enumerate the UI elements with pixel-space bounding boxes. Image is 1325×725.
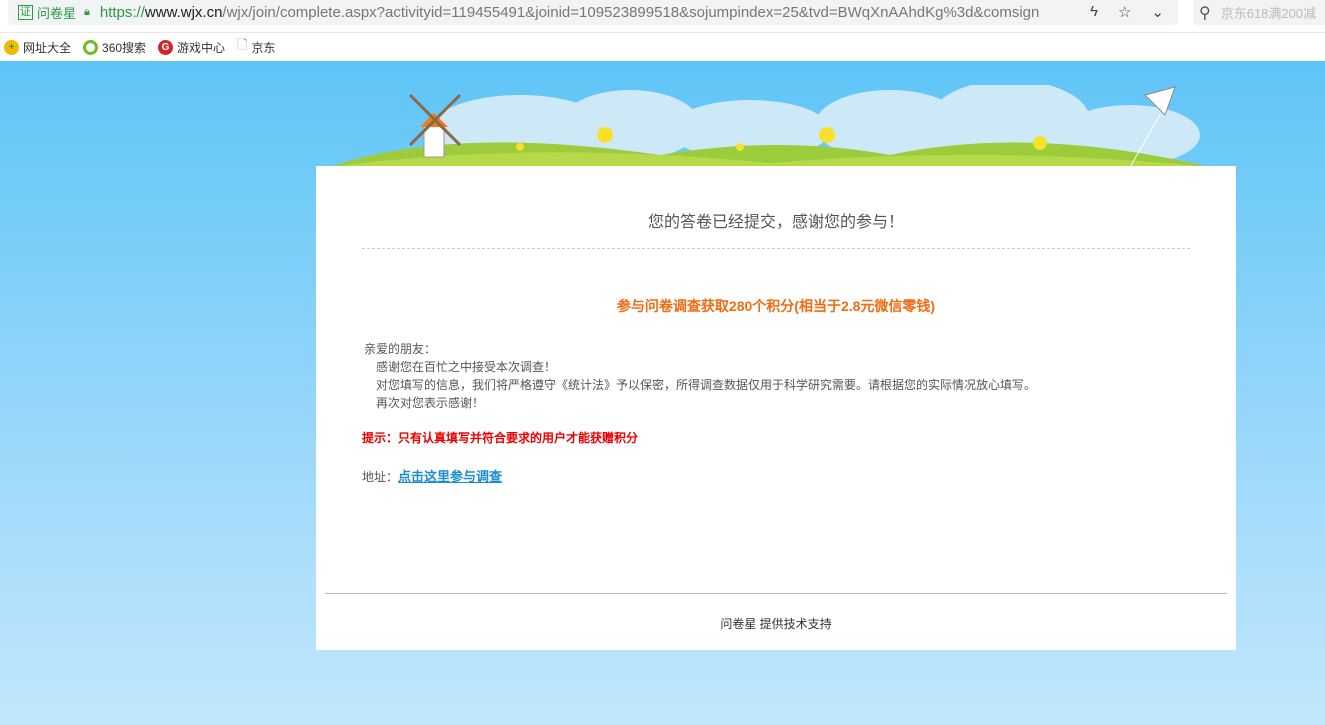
chevron-down-icon[interactable]: ⌄ <box>1151 3 1164 21</box>
survey-link[interactable]: 点击这里参与调查 <box>398 469 502 484</box>
bookmark-label: 360搜索 <box>102 40 147 55</box>
divider <box>362 248 1190 249</box>
lock-icon: 🔒︎ <box>84 6 90 18</box>
browser-toolbar: 证 问卷星 🔒︎ https://www.wjx.cn/wjx/join/com… <box>0 0 1325 32</box>
completion-card: 您的答卷已经提交，感谢您的参与！ 参与问卷调查获取280个积分(相当于2.8元微… <box>316 166 1236 650</box>
bookmark-games[interactable]: G 游戏中心 <box>158 39 225 56</box>
address-label: 地址： <box>362 470 399 484</box>
tip-text: 提示：只有认真填写并符合要求的用户才能获赠积分 <box>362 431 639 445</box>
banner-scene <box>330 85 1210 167</box>
bookmarks-bar: + 网址大全 360搜索 G 游戏中心 🗋 京东 <box>0 32 1325 61</box>
game-icon: G <box>158 39 174 55</box>
page-title: 您的答卷已经提交，感谢您的参与！ <box>647 214 904 231</box>
url-host: www.wjx.cn <box>144 4 223 21</box>
search-placeholder: 京东618满200减 <box>1220 6 1317 21</box>
search-logo-icon <box>83 39 99 55</box>
bookmark-360[interactable]: 360搜索 <box>83 39 146 56</box>
address-bar[interactable]: 证 问卷星 🔒︎ https://www.wjx.cn/wjx/join/com… <box>8 0 1178 25</box>
reward-text: 参与问卷调查获取280个积分(相当于2.8元微信零钱) <box>616 298 936 314</box>
search-icon: ⚲ <box>1199 4 1211 22</box>
letter: 亲爱的朋友： 感谢您在百忙之中接受本次调查！ 对您填写的信息，我们将严格遵守《统… <box>364 340 1036 412</box>
bookmark-label: 游戏中心 <box>177 40 226 55</box>
address-line: 地址：点击这里参与调查 <box>362 466 502 485</box>
letter-greeting: 亲爱的朋友： <box>364 342 437 356</box>
plus-icon: + <box>4 39 19 55</box>
footer-divider <box>325 593 1227 594</box>
search-input[interactable]: ⚲ 京东618满200减 <box>1193 0 1325 25</box>
url-path: /wjx/join/complete.aspx?activityid=11945… <box>222 4 1040 21</box>
bookmark-wangzhi[interactable]: + 网址大全 <box>4 39 71 56</box>
bookmark-label: 京东 <box>251 40 276 55</box>
page-background: 您的答卷已经提交，感谢您的参与！ 参与问卷调查获取280个积分(相当于2.8元微… <box>0 61 1325 725</box>
lightning-icon[interactable]: ϟ <box>1090 3 1098 21</box>
letter-line: 感谢您在百忙之中接受本次调查！ <box>376 360 557 374</box>
bookmark-label: 网址大全 <box>23 40 72 55</box>
site-name: 问卷星 <box>37 6 77 21</box>
url-scheme: https:// <box>99 4 145 21</box>
page-icon: 🗋 <box>237 37 248 52</box>
bookmark-jd[interactable]: 🗋 京东 <box>237 36 275 58</box>
letter-line: 再次对您表示感谢！ <box>376 396 485 410</box>
footer-text: 问卷星 提供技术支持 <box>720 617 832 631</box>
certificate-icon[interactable]: 证 <box>18 5 33 20</box>
letter-line: 对您填写的信息，我们将严格遵守《统计法》予以保密，所得调查数据仅用于科学研究需要… <box>376 378 1037 392</box>
star-icon[interactable]: ☆ <box>1118 3 1131 21</box>
